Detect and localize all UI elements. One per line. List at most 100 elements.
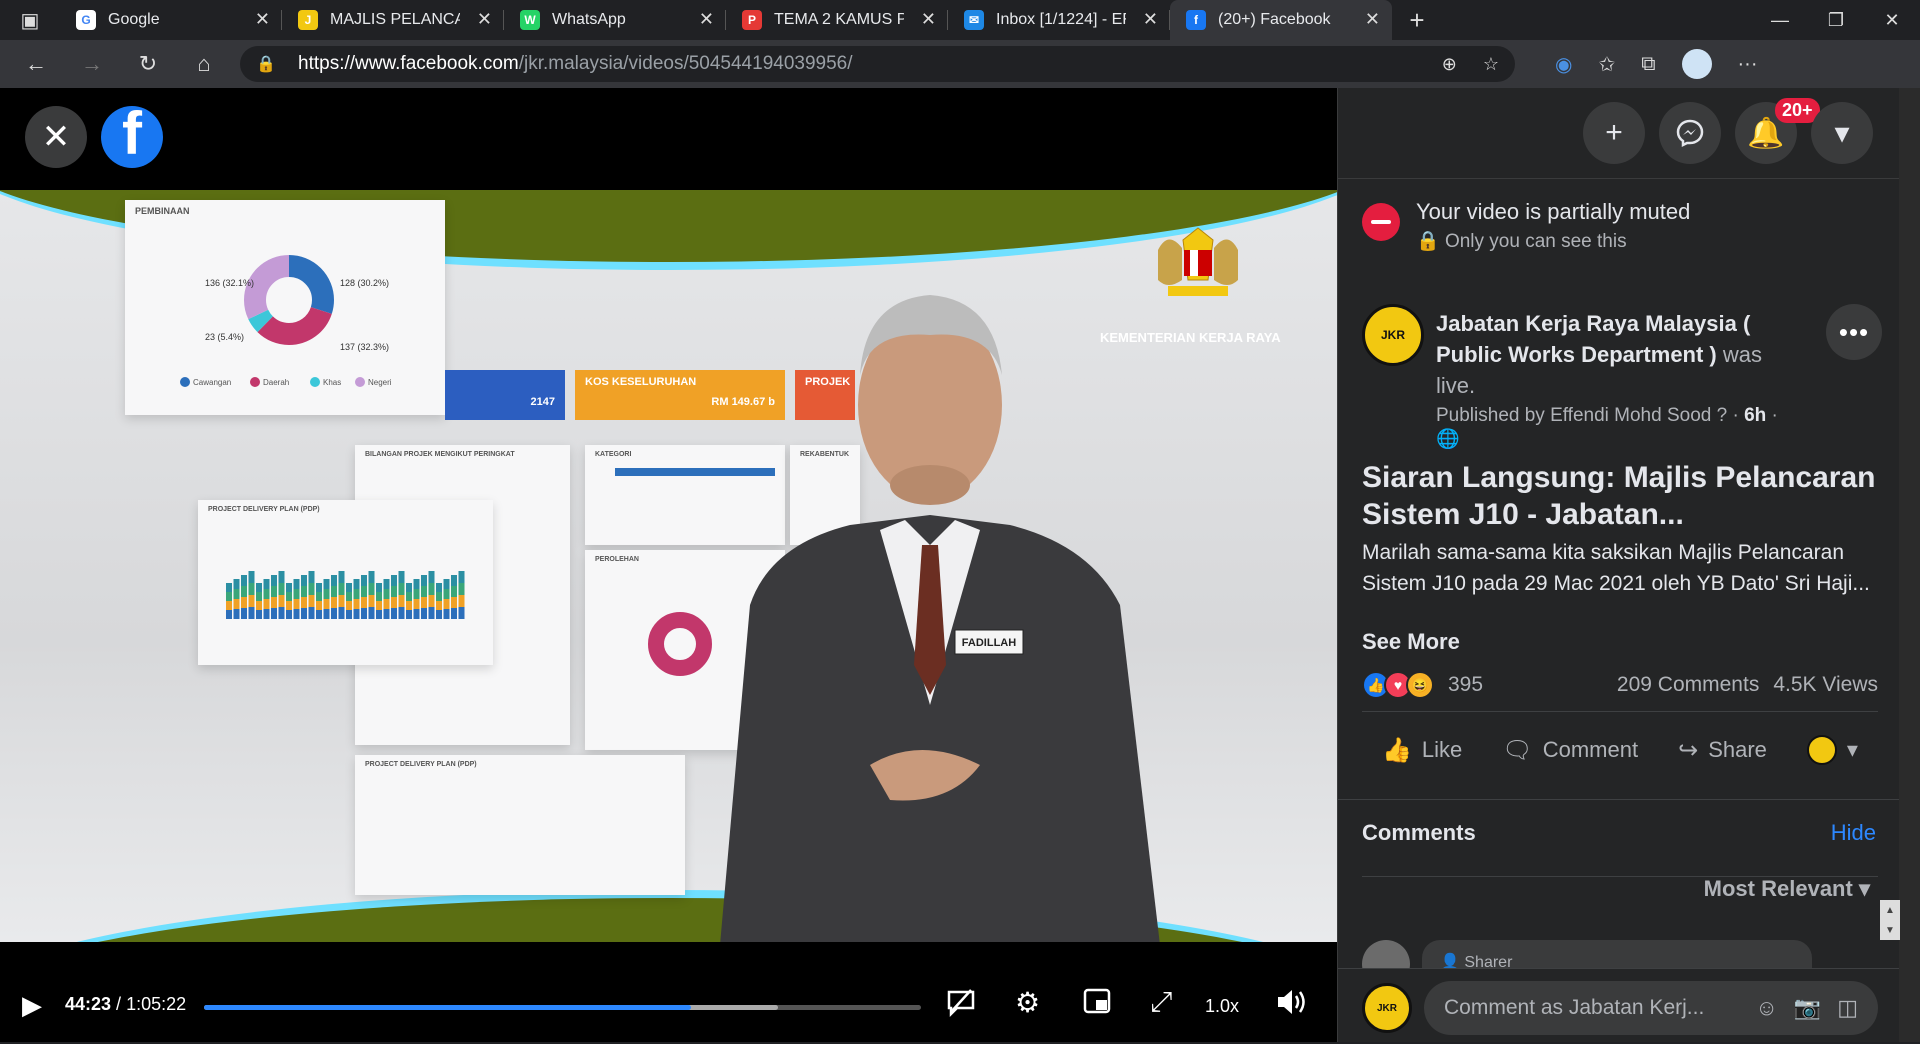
video-title: Siaran Langsung: Majlis Pelancaran Siste… bbox=[1362, 461, 1876, 531]
see-more-link[interactable]: See More bbox=[1362, 629, 1460, 655]
published-line: Published by Effendi Mohd Sood ? · 6h · … bbox=[1436, 405, 1778, 450]
pdp-bar-segment bbox=[338, 595, 345, 607]
comment-button[interactable]: 🗨 Comment bbox=[1502, 736, 1638, 765]
picture-in-picture-icon[interactable] bbox=[1082, 986, 1112, 1023]
close-window-button[interactable]: ✕ bbox=[1864, 0, 1920, 40]
refresh-button[interactable]: ↻ bbox=[120, 44, 176, 84]
pdp-bar-segment bbox=[428, 571, 435, 583]
favorite-add-icon[interactable]: ☆ bbox=[1483, 54, 1499, 75]
close-icon[interactable]: ✕ bbox=[25, 106, 87, 168]
pdp-bar-segment bbox=[293, 589, 300, 599]
reaction-icons[interactable]: 👍 ♥ 😆 bbox=[1362, 671, 1434, 699]
extension-icon[interactable]: ◉ bbox=[1555, 52, 1572, 77]
pdp-bar-segment bbox=[391, 608, 397, 619]
profile-avatar[interactable] bbox=[1681, 49, 1712, 79]
tab-close-icon[interactable]: ✕ bbox=[1365, 9, 1380, 30]
captions-off-icon[interactable] bbox=[945, 986, 977, 1025]
browser-tab-3[interactable]: P TEMA 2 KAMUS PBJ2021-2(✕ bbox=[726, 0, 948, 40]
back-button[interactable]: ← bbox=[8, 44, 64, 84]
browser-tab-1[interactable]: J MAJLIS PELANCARAN SISTE ✕ bbox=[282, 0, 504, 40]
time-display: 44:23 / 1:05:22 bbox=[65, 994, 186, 1015]
pdp-bar-segment bbox=[376, 583, 382, 592]
legend-negeri: Negeri bbox=[368, 378, 392, 387]
fullscreen-icon[interactable]: ⤢ bbox=[1150, 986, 1172, 1019]
tab-close-icon[interactable]: ✕ bbox=[477, 9, 492, 30]
more-options-icon[interactable]: ••• bbox=[1826, 304, 1882, 360]
tab-close-icon[interactable]: ✕ bbox=[699, 9, 714, 30]
pdp-bar-segment bbox=[413, 579, 420, 589]
video-player[interactable]: PEMBINAAN 136 (32.1%) 128 (30.2%) 23 (5.… bbox=[0, 190, 1337, 942]
settings-more-icon[interactable]: ··· bbox=[1738, 53, 1758, 76]
messenger-icon[interactable] bbox=[1659, 102, 1721, 164]
pdp-bar-segment bbox=[263, 579, 270, 589]
play-icon[interactable]: ▶ bbox=[22, 990, 42, 1021]
like-button[interactable]: 👍 Like bbox=[1382, 736, 1462, 765]
comment-composer: JKR Comment as Jabatan Kerj... ☺ 📷 ◫ bbox=[1338, 968, 1900, 1044]
pdp-bar-segment bbox=[368, 595, 375, 607]
new-tab-button[interactable]: + bbox=[1392, 0, 1442, 40]
share-button[interactable]: ↪ Share bbox=[1678, 736, 1767, 765]
create-plus-button[interactable]: + bbox=[1583, 102, 1645, 164]
donut-label-3: 137 (32.3%) bbox=[340, 342, 389, 352]
pdp-bar-segment bbox=[406, 610, 412, 619]
tab-title: Inbox [1/1224] - EFFENDI BI bbox=[996, 11, 1126, 28]
donut-chart: 136 (32.1%) 128 (30.2%) 23 (5.4%) 137 (3… bbox=[180, 255, 392, 387]
browser-tab-0[interactable]: G Google ✕ bbox=[60, 0, 282, 40]
minimize-button[interactable]: — bbox=[1752, 0, 1808, 40]
facebook-logo-icon[interactable]: f bbox=[101, 106, 163, 168]
comments-count[interactable]: 209 Comments bbox=[1617, 673, 1759, 697]
pdp-bar-segment bbox=[271, 597, 277, 608]
home-button[interactable]: ⌂ bbox=[176, 44, 232, 84]
published-time[interactable]: 6h bbox=[1744, 405, 1766, 426]
pdp-bar-segment bbox=[248, 583, 255, 595]
sidebar-scroll-arrows[interactable]: ▲ ▼ bbox=[1880, 900, 1900, 940]
sort-dropdown[interactable]: Most Relevant ▾ bbox=[1704, 876, 1870, 902]
camera-icon[interactable]: 📷 bbox=[1794, 995, 1821, 1021]
tab-actions-icon[interactable]: ▣ bbox=[0, 0, 60, 40]
pdp-bar-segment bbox=[458, 583, 465, 595]
commenter-avatar[interactable] bbox=[1362, 940, 1410, 968]
post-as-selector[interactable]: ▾ bbox=[1806, 735, 1858, 765]
page-scrollbar[interactable] bbox=[1899, 88, 1920, 1042]
collections-icon[interactable]: ⧉ bbox=[1641, 53, 1655, 76]
browser-tab-2[interactable]: W WhatsApp ✕ bbox=[504, 0, 726, 40]
forward-button[interactable]: → bbox=[64, 44, 120, 84]
pdp-bar-segment bbox=[226, 610, 232, 619]
pdp-bar-segment bbox=[338, 607, 345, 619]
pdp-bar-segment bbox=[241, 608, 247, 619]
notifications-bell-icon[interactable]: 🔔 20+ bbox=[1735, 98, 1820, 164]
reaction-count[interactable]: 395 bbox=[1448, 673, 1483, 697]
settings-gear-icon[interactable]: ⚙ bbox=[1015, 986, 1040, 1019]
pdp-bar-segment bbox=[263, 599, 270, 609]
url-field[interactable]: 🔒 https://www.facebook.com/jkr.malaysia/… bbox=[240, 46, 1515, 82]
published-by[interactable]: Published by Effendi Mohd Sood bbox=[1436, 405, 1711, 426]
comments-section: Comments Hide Most Relevant ▾ 👤 Sharer J… bbox=[1338, 799, 1900, 1043]
tab-close-icon[interactable]: ✕ bbox=[1143, 9, 1158, 30]
sharer-icon: 👤 bbox=[1440, 954, 1465, 968]
pdp-bar-segment bbox=[451, 586, 457, 597]
restore-button[interactable]: ❐ bbox=[1808, 0, 1864, 40]
page-name-link[interactable]: Jabatan Kerja Raya Malaysia ( Public Wor… bbox=[1436, 311, 1750, 367]
emoji-icon[interactable]: ☺ bbox=[1755, 995, 1777, 1021]
volume-icon[interactable] bbox=[1275, 986, 1309, 1025]
comment-input[interactable]: Comment as Jabatan Kerj... ☺ 📷 ◫ bbox=[1424, 981, 1878, 1035]
account-menu-chevron-down-icon[interactable]: ▾ bbox=[1811, 102, 1873, 164]
hide-comments-link[interactable]: Hide bbox=[1831, 820, 1876, 846]
playback-speed[interactable]: 1.0x bbox=[1205, 996, 1239, 1017]
page-avatar[interactable]: JKR bbox=[1362, 304, 1424, 366]
browser-tab-5[interactable]: f (20+) Facebook ✕ bbox=[1170, 0, 1392, 40]
browser-tab-4[interactable]: ✉ Inbox [1/1224] - EFFENDI BI ✕ bbox=[948, 0, 1170, 40]
lock-icon[interactable]: 🔒 bbox=[256, 54, 280, 74]
favorites-icon[interactable]: ✩ bbox=[1598, 52, 1615, 77]
pdp-bar-segment bbox=[286, 601, 292, 610]
progress-bar[interactable] bbox=[204, 1005, 921, 1010]
help-icon[interactable]: ? bbox=[1717, 405, 1733, 426]
pdp-bar-segment bbox=[256, 583, 262, 592]
zoom-icon[interactable]: ⊕ bbox=[1442, 54, 1457, 75]
dashboard-panel-pembinaan: PEMBINAAN 136 (32.1%) 128 (30.2%) 23 (5.… bbox=[125, 200, 445, 415]
pdp-bar-segment bbox=[376, 610, 382, 619]
tab-close-icon[interactable]: ✕ bbox=[921, 9, 936, 30]
sticker-icon[interactable]: ◫ bbox=[1837, 995, 1858, 1021]
tab-close-icon[interactable]: ✕ bbox=[255, 9, 270, 30]
pdp-bar-segment bbox=[323, 579, 330, 589]
